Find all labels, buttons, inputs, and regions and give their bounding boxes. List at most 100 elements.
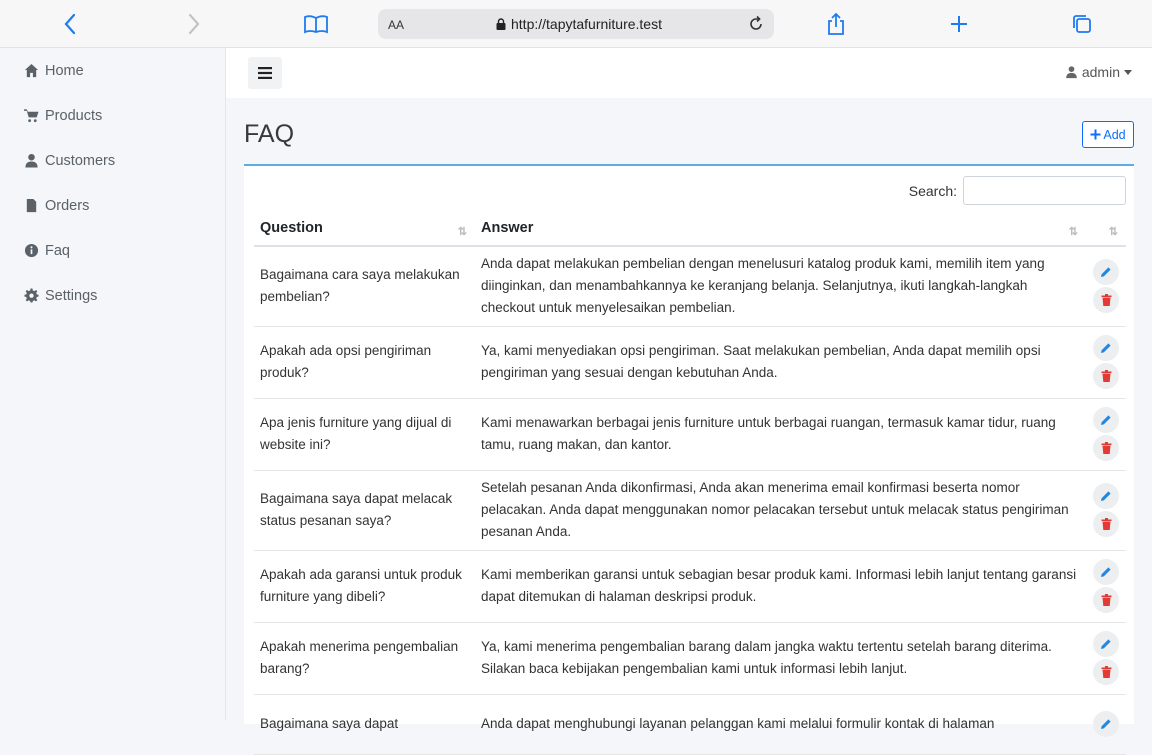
column-header-question[interactable]: Question ⇅: [254, 210, 475, 247]
actions-cell: [1086, 326, 1126, 399]
trash-icon: [1101, 370, 1111, 382]
user-menu[interactable]: admin: [1065, 64, 1132, 80]
column-header-actions[interactable]: ⇅: [1086, 210, 1126, 247]
gear-icon: [24, 288, 39, 303]
tabs-overview-icon[interactable]: [1068, 10, 1096, 38]
delete-button[interactable]: [1093, 659, 1119, 685]
delete-button[interactable]: [1093, 511, 1119, 537]
edit-button[interactable]: [1093, 335, 1119, 361]
table-row: Bagaimana cara saya melakukan pembelian?…: [254, 246, 1126, 327]
back-icon[interactable]: [56, 10, 84, 38]
reload-icon[interactable]: [744, 12, 768, 36]
trash-icon: [1101, 442, 1111, 454]
question-cell: Apakah ada garansi untuk produk furnitur…: [254, 550, 475, 623]
table-row: Bagaimana saya dapat melacak status pesa…: [254, 470, 1126, 551]
sidebar-item-label: Home: [45, 62, 84, 79]
sort-icon: ⇅: [1068, 226, 1078, 238]
home-icon: [24, 63, 39, 78]
address-bar[interactable]: AA http://tapytafurniture.test: [378, 9, 774, 39]
delete-button[interactable]: [1093, 587, 1119, 613]
pencil-icon: [1101, 343, 1111, 353]
sidebar-item-label: Products: [45, 107, 103, 124]
add-button-label: Add: [1103, 127, 1126, 142]
header-label: Question: [260, 219, 323, 236]
file-icon: [26, 198, 37, 213]
table-row: Apa jenis furniture yang dijual di websi…: [254, 398, 1126, 471]
cart-icon: [24, 109, 39, 123]
question-cell: Apa jenis furniture yang dijual di websi…: [254, 398, 475, 471]
sidebar-item-orders[interactable]: Orders: [0, 183, 225, 228]
question-cell: Apakah ada opsi pengiriman produk?: [254, 326, 475, 399]
sidebar-item-faq[interactable]: Faq: [0, 228, 225, 273]
sidebar-item-label: Settings: [45, 287, 98, 304]
answer-cell: Ya, kami menyediakan opsi pengiriman. Sa…: [475, 326, 1086, 399]
trash-icon: [1101, 518, 1111, 530]
answer-cell: Kami menawarkan berbagai jenis furniture…: [475, 398, 1086, 471]
table-row: Apakah ada garansi untuk produk furnitur…: [254, 550, 1126, 623]
answer-cell: Kami memberikan garansi untuk sebagian b…: [475, 550, 1086, 623]
answer-cell: Setelah pesanan Anda dikonfirmasi, Anda …: [475, 470, 1086, 551]
trash-icon: [1101, 666, 1111, 678]
search-input[interactable]: [963, 176, 1126, 205]
edit-button[interactable]: [1093, 259, 1119, 286]
pencil-icon: [1101, 267, 1111, 278]
bookmarks-icon[interactable]: [302, 10, 330, 38]
edit-button[interactable]: [1093, 559, 1119, 585]
header-label: Answer: [481, 219, 534, 236]
sort-icon: ⇅: [457, 226, 467, 238]
actions-cell: [1086, 694, 1126, 755]
delete-button[interactable]: [1093, 363, 1119, 389]
sidebar-item-label: Orders: [45, 197, 90, 214]
search-label: Search:: [908, 182, 957, 199]
caret-down-icon: [1124, 69, 1132, 75]
user-icon: [25, 153, 38, 168]
url-text: http://tapytafurniture.test: [496, 16, 662, 32]
sidebar-item-label: Faq: [45, 242, 70, 259]
table-row: Apakah menerima pengembalian barang? Ya, …: [254, 622, 1126, 695]
trash-icon: [1101, 294, 1111, 307]
page-title: FAQ: [244, 120, 295, 148]
question-cell: Bagaimana cara saya melakukan pembelian?: [254, 246, 475, 327]
edit-button[interactable]: [1093, 407, 1119, 433]
edit-button[interactable]: [1093, 711, 1119, 737]
column-header-answer[interactable]: Answer ⇅: [475, 210, 1086, 247]
question-cell: Bagaimana saya dapat: [254, 694, 475, 755]
share-icon[interactable]: [822, 10, 850, 38]
pencil-icon: [1101, 639, 1111, 649]
plus-icon: [1090, 129, 1101, 140]
pencil-icon: [1101, 415, 1111, 425]
url-value: http://tapytafurniture.test: [511, 16, 662, 32]
actions-cell: [1086, 550, 1126, 623]
actions-cell: [1086, 470, 1126, 551]
sort-icon: ⇅: [1108, 226, 1118, 238]
reader-aa-button[interactable]: AA: [388, 18, 404, 32]
actions-cell: [1086, 246, 1126, 327]
question-cell: Bagaimana saya dapat melacak status pesa…: [254, 470, 475, 551]
user-name: admin: [1081, 64, 1120, 80]
delete-button[interactable]: [1093, 435, 1119, 461]
faq-table: Question ⇅ Answer ⇅ ⇅ Bagaimana cara say…: [254, 210, 1126, 755]
edit-button[interactable]: [1093, 483, 1119, 509]
sidebar-item-settings[interactable]: Settings: [0, 273, 225, 318]
hamburger-icon: [258, 67, 272, 79]
sidebar-item-home[interactable]: Home: [0, 48, 225, 93]
sidebar-item-products[interactable]: Products: [0, 93, 225, 138]
info-icon: [24, 243, 39, 258]
delete-button[interactable]: [1093, 287, 1119, 314]
pencil-icon: [1101, 491, 1111, 501]
table-row: Bagaimana saya dapat Anda dapat menghubun…: [254, 694, 1126, 755]
question-cell: Apakah menerima pengembalian barang?: [254, 622, 475, 695]
sidebar-item-customers[interactable]: Customers: [0, 138, 225, 183]
answer-cell: Anda dapat menghubungi layanan pelanggan…: [475, 694, 1086, 755]
forward-icon[interactable]: [180, 10, 208, 38]
top-navbar: admin: [226, 48, 1152, 98]
table-row: Apakah ada opsi pengiriman produk? Ya, ka…: [254, 326, 1126, 399]
new-tab-icon[interactable]: [945, 10, 973, 38]
add-faq-button[interactable]: Add: [1082, 121, 1134, 148]
edit-button[interactable]: [1093, 631, 1119, 657]
trash-icon: [1101, 594, 1111, 606]
pencil-icon: [1101, 567, 1111, 577]
menu-toggle-button[interactable]: [248, 57, 282, 89]
answer-cell: Ya, kami menerima pengembalian barang da…: [475, 622, 1086, 695]
main-content: FAQ Add Search: Question ⇅ Answer ⇅ ⇅ Ba…: [226, 98, 1152, 755]
